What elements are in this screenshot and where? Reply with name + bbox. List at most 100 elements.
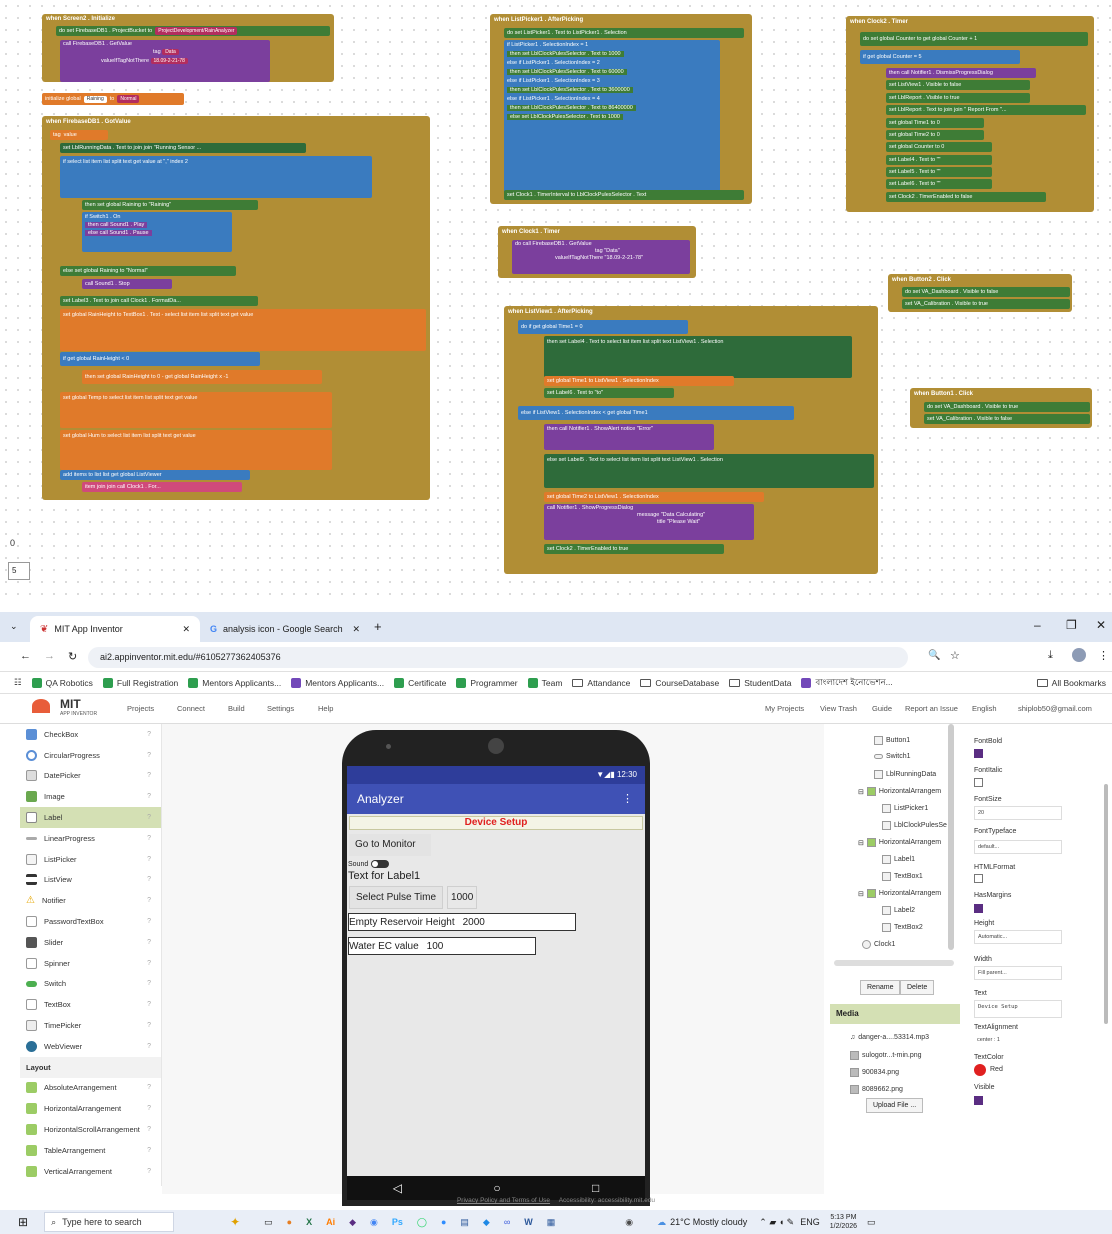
- device-setup-label[interactable]: Device Setup: [349, 816, 643, 830]
- photoshop-icon[interactable]: Ps: [392, 1217, 403, 1227]
- bookmark-item[interactable]: QA Robotics: [31, 677, 93, 688]
- tab-close-icon[interactable]: ✕: [352, 624, 360, 635]
- lv-line-4[interactable]: set Label6 . Text to "to": [544, 388, 674, 398]
- lv-line-7[interactable]: else set Label5 . Text to select list it…: [544, 454, 874, 488]
- palette-item-image[interactable]: Image?: [20, 786, 161, 807]
- tab-close-icon[interactable]: ✕: [182, 624, 190, 635]
- palette-section-layout[interactable]: Layout: [20, 1056, 161, 1078]
- tag-value-text[interactable]: Data: [162, 49, 179, 55]
- lv-line-13[interactable]: set Clock2 . TimerEnabled to true: [544, 544, 724, 554]
- copilot-sparkle-icon[interactable]: ✦: [230, 1215, 240, 1229]
- palette-item-passwordtextbox[interactable]: PasswordTextBox?: [20, 911, 161, 932]
- palette-item-spinner[interactable]: Spinner?: [20, 953, 161, 974]
- c2-line-8[interactable]: set global Counter to 0: [886, 142, 992, 152]
- tree-item-label2[interactable]: Label2: [882, 906, 915, 915]
- screen2-initialize-block[interactable]: when Screen2 . Initialize do set Firebas…: [42, 14, 334, 82]
- blocks-workspace[interactable]: when Screen2 . Initialize do set Firebas…: [0, 0, 1112, 600]
- tree-item-textbox2[interactable]: TextBox2: [882, 923, 923, 932]
- text-color-swatch-icon[interactable]: [974, 1064, 986, 1076]
- water-ec-input[interactable]: 100: [427, 941, 444, 952]
- prop-height-input[interactable]: Automatic...: [974, 930, 1062, 944]
- getvalue-call[interactable]: call FirebaseDB1 . GetValue tag Data val…: [60, 40, 270, 82]
- clock1-getvalue[interactable]: do call FirebaseDB1 . GetValue tag "Data…: [512, 240, 690, 274]
- media-item[interactable]: 8089662.png: [850, 1085, 903, 1094]
- menu-kebab-icon[interactable]: ⋮: [1098, 649, 1109, 662]
- set-project-bucket-row[interactable]: do set FirebaseDB1 . ProjectBucket to Pr…: [56, 26, 330, 36]
- app-icon[interactable]: ◆: [483, 1217, 490, 1228]
- gotvalue-item-join[interactable]: item join join call Clock1 . For...: [82, 482, 242, 492]
- palette-item-table[interactable]: TableArrangement?: [20, 1140, 161, 1161]
- help-icon[interactable]: ◉: [625, 1217, 633, 1228]
- language-select[interactable]: English: [972, 704, 997, 713]
- zoom-app-icon[interactable]: ●: [441, 1217, 446, 1227]
- menu-connect[interactable]: Connect: [177, 704, 205, 713]
- c2-line-1[interactable]: if get global Counter = 5: [860, 50, 1020, 64]
- help-icon[interactable]: ?: [147, 939, 151, 946]
- palette-item-label[interactable]: Label?: [20, 807, 161, 828]
- button1-click-block[interactable]: when Button1 . Click do set VA_Dashboard…: [910, 388, 1092, 428]
- palette-item-checkbox[interactable]: CheckBox?: [20, 724, 161, 745]
- tree-item-horizontal-1[interactable]: ⊟ HorizontalArrangem: [858, 787, 941, 796]
- gotvalue-temp-row[interactable]: set global Temp to select list item list…: [60, 392, 332, 428]
- prop-typeface-input[interactable]: default...: [974, 840, 1062, 854]
- collapse-icon[interactable]: ⊟: [858, 890, 864, 898]
- gotvalue-hum-row[interactable]: set global Hum to select list item list …: [60, 430, 332, 470]
- bookmark-item[interactable]: Programmer: [456, 677, 518, 688]
- new-tab-icon[interactable]: +: [374, 619, 382, 634]
- tab-mit-app-inventor[interactable]: ❦ MIT App Inventor ✕: [30, 616, 200, 642]
- b1-line-1[interactable]: set VA_Calibration . Visible to false: [924, 414, 1090, 424]
- palette-item-listview[interactable]: ListView?: [20, 870, 161, 891]
- tree-item-clock1[interactable]: Clock1: [862, 940, 895, 949]
- gotvalue-label3-row[interactable]: set Label3 . Text to join call Clock1 . …: [60, 296, 258, 306]
- app-icon[interactable]: ∞: [504, 1217, 510, 1227]
- tree-item-horizontal-3[interactable]: ⊟ HorizontalArrangem: [858, 889, 941, 898]
- tab-google-search[interactable]: G analysis icon - Google Search ✕: [200, 616, 370, 642]
- init-value-text[interactable]: Normal: [117, 95, 140, 103]
- palette-item-absolute[interactable]: AbsoluteArrangement?: [20, 1078, 161, 1099]
- help-icon[interactable]: ?: [147, 897, 151, 904]
- link-report-issue[interactable]: Report an Issue: [905, 704, 958, 713]
- star-icon[interactable]: ☆: [950, 649, 960, 662]
- privacy-link[interactable]: Privacy Policy and Terms of Use: [457, 1197, 550, 1204]
- lv-progress-dialog[interactable]: call Notifier1 . ShowProgressDialog mess…: [544, 504, 754, 540]
- b1-line-0[interactable]: do set VA_Dashboard . Visible to true: [924, 402, 1090, 412]
- palette-item-circularprogress[interactable]: CircularProgress?: [20, 745, 161, 766]
- help-icon[interactable]: ?: [147, 980, 151, 987]
- palette-item-notifier[interactable]: ⚠ Notifier?: [20, 890, 161, 911]
- prop-fontbold-checkbox[interactable]: [974, 749, 983, 758]
- notification-icon[interactable]: ▭: [867, 1217, 876, 1228]
- clock-area[interactable]: 5:13 PM 1/2/2026: [830, 1213, 857, 1231]
- forward-icon[interactable]: →: [44, 650, 55, 662]
- lp-else[interactable]: else set LblClockPulesSelector . Text to…: [507, 114, 623, 120]
- c2-line-0[interactable]: do set global Counter to get global Coun…: [860, 32, 1088, 46]
- nav-recent-icon[interactable]: □: [592, 1181, 599, 1195]
- sound-switch-row[interactable]: Sound: [347, 860, 645, 868]
- palette-item-datepicker[interactable]: DatePicker?: [20, 766, 161, 787]
- zoom-icon[interactable]: 🔍: [928, 650, 940, 661]
- prop-textcolor-value[interactable]: Red: [990, 1066, 1003, 1073]
- lp-then-3[interactable]: then set LblClockPulesSelector . Text to…: [507, 87, 633, 93]
- tree-item-button1[interactable]: Button1: [874, 736, 910, 745]
- link-my-projects[interactable]: My Projects: [765, 704, 804, 713]
- bookmark-item[interactable]: বাংলাদেশ ইনোভেশন...: [801, 676, 893, 690]
- bookmark-item[interactable]: Full Registration: [102, 677, 178, 688]
- menu-settings[interactable]: Settings: [267, 704, 294, 713]
- accessibility-link[interactable]: Accessibility: accessibility.mit.edu: [559, 1197, 655, 1204]
- help-icon[interactable]: ?: [147, 814, 151, 821]
- clock2-timer-block[interactable]: when Clock2 . Timer do set global Counte…: [846, 16, 1094, 212]
- help-icon[interactable]: ?: [147, 772, 151, 779]
- palette-item-switch[interactable]: Switch?: [20, 974, 161, 995]
- taskbar-search-field[interactable]: ⌕ Type here to search: [44, 1212, 175, 1232]
- chrome-icon[interactable]: ◉: [370, 1217, 378, 1228]
- prop-hasmargins-checkbox[interactable]: [974, 904, 983, 913]
- init-global-raining-block[interactable]: initialize global Raining to Normal: [42, 93, 184, 105]
- lv-line-9[interactable]: set global Time2 to ListView1 . Selectio…: [544, 492, 764, 502]
- prop-fontsize-input[interactable]: 20: [974, 806, 1062, 820]
- gotvalue-switch-if[interactable]: if Switch1 . On then call Sound1 . Play …: [82, 212, 232, 252]
- prop-textalign-select[interactable]: center : 1: [974, 1034, 1062, 1048]
- media-item[interactable]: 900834.png: [850, 1068, 899, 1077]
- account-email[interactable]: shiplob50@gmail.com: [1018, 704, 1092, 713]
- help-icon[interactable]: ?: [147, 752, 151, 759]
- media-item[interactable]: ♫ danger-a....53314.mp3: [850, 1034, 929, 1041]
- menu-help[interactable]: Help: [318, 704, 333, 713]
